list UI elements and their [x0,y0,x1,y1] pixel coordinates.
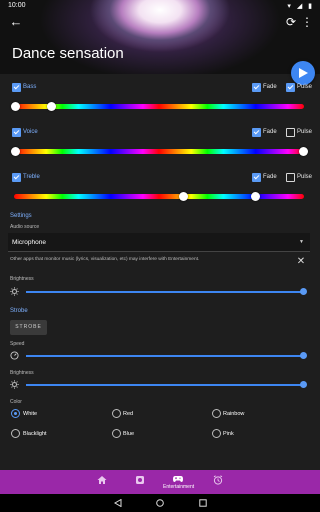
bass-range-start-thumb[interactable] [11,102,20,111]
bass-range-end-thumb[interactable] [47,102,56,111]
speed-slider[interactable] [26,355,304,357]
color-label-rainbow: Rainbow [223,411,245,417]
strobe-brightness-slider[interactable] [26,384,304,386]
treble-pulse-label: Pulse [297,174,313,180]
band-row-voice: Voice Fade Pulse [0,128,320,142]
speed-thumb[interactable] [300,352,307,359]
settings-section-title: Settings [10,213,32,219]
header-hero-image: 10:00 ▾ ◢ ▮ ← ⟳ ⋮ Dance sensation [0,0,320,74]
nav-routines[interactable] [208,470,228,494]
treble-range-start-thumb[interactable] [179,192,188,201]
settings-brightness-slider[interactable] [26,291,304,293]
strobe-brightness-label: Brightness [10,370,34,376]
treble-fade-label: Fade [263,174,277,180]
voice-fade-label: Fade [263,129,277,135]
color-radio-white[interactable] [11,409,20,418]
treble-pulse-checkbox[interactable] [286,173,295,182]
band-row-bass: Bass Fade Pulse [0,83,320,97]
band-row-treble: Treble Fade Pulse [0,173,320,187]
color-radio-rainbow[interactable] [212,409,221,418]
strobe-brightness-thumb[interactable] [300,381,307,388]
bass-pulse-label: Pulse [297,84,313,90]
nav-scenes[interactable] [130,470,150,494]
settings-brightness-thumb[interactable] [300,288,307,295]
system-home-icon[interactable] [156,499,164,507]
bass-label: Bass [23,84,37,90]
color-radio-blue[interactable] [112,429,121,438]
treble-color-range-track[interactable] [14,194,304,199]
audio-source-dropdown[interactable]: Microphone ▼ [8,233,310,252]
color-label: Color [10,399,22,405]
system-navigation-bar [0,494,320,512]
voice-color-range-track[interactable] [14,149,304,154]
speedometer-icon [10,351,19,360]
bass-checkbox[interactable] [12,83,21,92]
bass-color-range-track[interactable] [14,104,304,109]
color-label-red: Red [123,411,134,417]
back-arrow-icon[interactable]: ← [8,14,24,30]
settings-brightness-label: Brightness [10,276,34,282]
brightness-icon [10,287,19,296]
dropdown-arrow-icon: ▼ [299,239,304,245]
gamepad-icon [173,476,183,482]
status-icons: ▾ ◢ ▮ [287,3,314,10]
close-icon[interactable]: ✕ [296,256,306,268]
color-radio-red[interactable] [112,409,121,418]
treble-checkbox[interactable] [12,173,21,182]
restore-icon[interactable]: ⟳ [284,14,298,30]
speed-label: Speed [10,341,25,347]
strobe-section-title: Strobe [10,308,28,314]
color-label-blacklight: Blacklight [23,431,47,437]
home-icon [97,476,107,484]
scenes-icon [136,476,144,484]
nav-entertainment-label: Entertainment [163,484,195,490]
alarm-clock-icon [213,475,223,485]
bass-fade-label: Fade [263,84,277,90]
system-back-icon[interactable] [114,499,122,507]
status-bar: 10:00 ▾ ◢ ▮ [0,0,320,12]
voice-pulse-label: Pulse [297,129,313,135]
audio-source-label: Audio source [10,224,40,230]
voice-range-end-thumb[interactable] [299,147,308,156]
play-button[interactable] [291,61,315,85]
page-title: Dance sensation [12,45,124,62]
bottom-navigation: Entertainment [0,470,320,494]
nav-entertainment[interactable]: Entertainment [163,470,199,494]
brightness-icon [10,380,19,389]
nav-home[interactable] [92,470,112,494]
status-time: 10:00 [8,2,26,9]
bass-pulse-checkbox[interactable] [286,83,295,92]
strobe-button[interactable]: STROBE [10,320,47,335]
color-label-blue: Blue [123,431,135,437]
voice-range-start-thumb[interactable] [11,147,20,156]
voice-checkbox[interactable] [12,128,21,137]
treble-fade-checkbox[interactable] [252,173,261,182]
color-radio-blacklight[interactable] [11,429,20,438]
play-icon [299,68,308,78]
color-radio-pink[interactable] [212,429,221,438]
treble-range-end-thumb[interactable] [251,192,260,201]
more-vert-icon[interactable]: ⋮ [301,14,313,30]
color-label-white: White [23,411,38,417]
system-recents-icon[interactable] [199,499,207,507]
bass-fade-checkbox[interactable] [252,83,261,92]
treble-label: Treble [23,174,40,180]
voice-fade-checkbox[interactable] [252,128,261,137]
interference-note: Other apps that monitor music (lyrics, v… [10,257,200,262]
voice-label: Voice [23,129,38,135]
audio-source-value: Microphone [12,239,46,246]
voice-pulse-checkbox[interactable] [286,128,295,137]
color-label-pink: Pink [223,431,234,437]
